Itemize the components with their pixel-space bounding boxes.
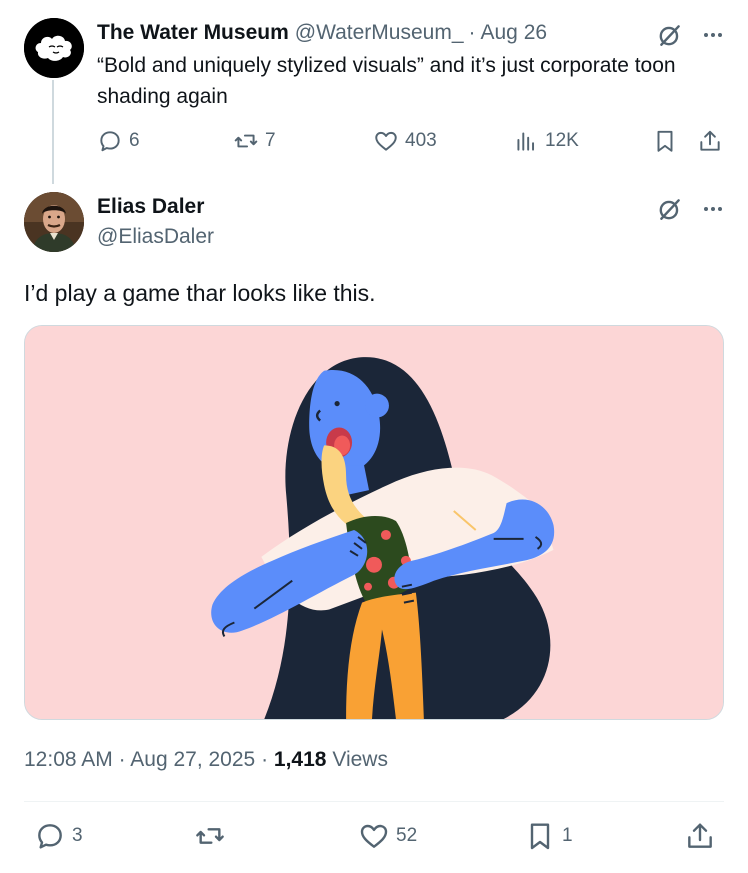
- share-upload-icon: [688, 823, 712, 848]
- heart-icon: [375, 131, 397, 151]
- parent-handle[interactable]: @WaterMuseum_: [295, 18, 464, 48]
- grok-icon[interactable]: [657, 22, 683, 48]
- tweet-time[interactable]: 12:08 AM: [24, 748, 113, 771]
- main-reply-count: 3: [72, 825, 83, 846]
- more-dots-icon[interactable]: [701, 23, 725, 47]
- heart-icon: [360, 824, 388, 848]
- tweet-views-count[interactable]: 1,418: [274, 748, 327, 771]
- main-bookmark-count: 1: [562, 825, 573, 846]
- parent-date[interactable]: Aug 26: [481, 18, 548, 48]
- main-bookmark-button[interactable]: 1: [524, 820, 573, 852]
- main-like-button[interactable]: 52: [358, 820, 417, 852]
- parent-tweet-text: “Bold and uniquely stylized visuals” and…: [97, 54, 676, 108]
- avatar-water-museum[interactable]: [24, 18, 84, 78]
- main-action-bar: 3 52 1: [24, 820, 724, 856]
- parent-reply-button[interactable]: 6: [97, 128, 140, 154]
- parent-share-button[interactable]: [697, 128, 729, 154]
- meta-separator-1: ·: [118, 748, 126, 771]
- main-share-button[interactable]: [684, 820, 722, 852]
- parent-repost-button[interactable]: 7: [233, 128, 276, 154]
- repost-icon: [234, 134, 258, 148]
- grok-icon[interactable]: [657, 196, 683, 222]
- parent-top-actions: [657, 22, 725, 48]
- main-top-actions: [657, 196, 725, 222]
- tweet-views-label: Views: [332, 748, 388, 771]
- repost-icon: [196, 828, 224, 844]
- parent-display-name[interactable]: The Water Museum: [97, 18, 289, 48]
- bookmark-icon: [657, 130, 673, 152]
- parent-views-count: 12K: [545, 130, 579, 151]
- main-repost-button[interactable]: [194, 820, 232, 852]
- parent-views-button[interactable]: 12K: [513, 128, 579, 154]
- share-upload-icon: [700, 130, 720, 151]
- tweet-date[interactable]: Aug 27, 2025: [130, 748, 255, 771]
- parent-like-button[interactable]: 403: [373, 128, 437, 154]
- more-dots-icon[interactable]: [701, 197, 725, 221]
- parent-action-bar: 6 7 403 12K: [97, 128, 725, 158]
- parent-bookmark-button[interactable]: [652, 128, 684, 154]
- reply-bubble-icon: [100, 131, 120, 152]
- main-like-count: 52: [396, 825, 418, 846]
- avatar-elias-daler[interactable]: [24, 192, 84, 252]
- tweet-meta: 12:08 AM · Aug 27, 2025 · 1,418 Views: [24, 745, 388, 775]
- parent-tweet-header: The Water Museum @WaterMuseum_ · Aug 26: [97, 18, 727, 48]
- parent-separator: ·: [468, 21, 476, 44]
- main-reply-button[interactable]: 3: [34, 820, 83, 852]
- bookmark-icon: [530, 823, 550, 850]
- parent-tweet-body: The Water Museum @WaterMuseum_ · Aug 26 …: [97, 18, 727, 112]
- action-bar-divider: [24, 801, 724, 802]
- parent-reply-count: 6: [129, 130, 140, 151]
- tweet-media-illustration[interactable]: [24, 325, 724, 720]
- thread-connector-line: [52, 80, 54, 184]
- main-handle[interactable]: @EliasDaler: [97, 222, 214, 252]
- main-tweet-text: I’d play a game thar looks like this.: [24, 280, 376, 306]
- parent-repost-count: 7: [265, 130, 276, 151]
- meta-separator-2: ·: [261, 748, 269, 771]
- views-bars-icon: [517, 132, 535, 151]
- reply-bubble-icon: [38, 824, 62, 849]
- main-display-name[interactable]: Elias Daler: [97, 192, 204, 222]
- parent-like-count: 403: [405, 130, 437, 151]
